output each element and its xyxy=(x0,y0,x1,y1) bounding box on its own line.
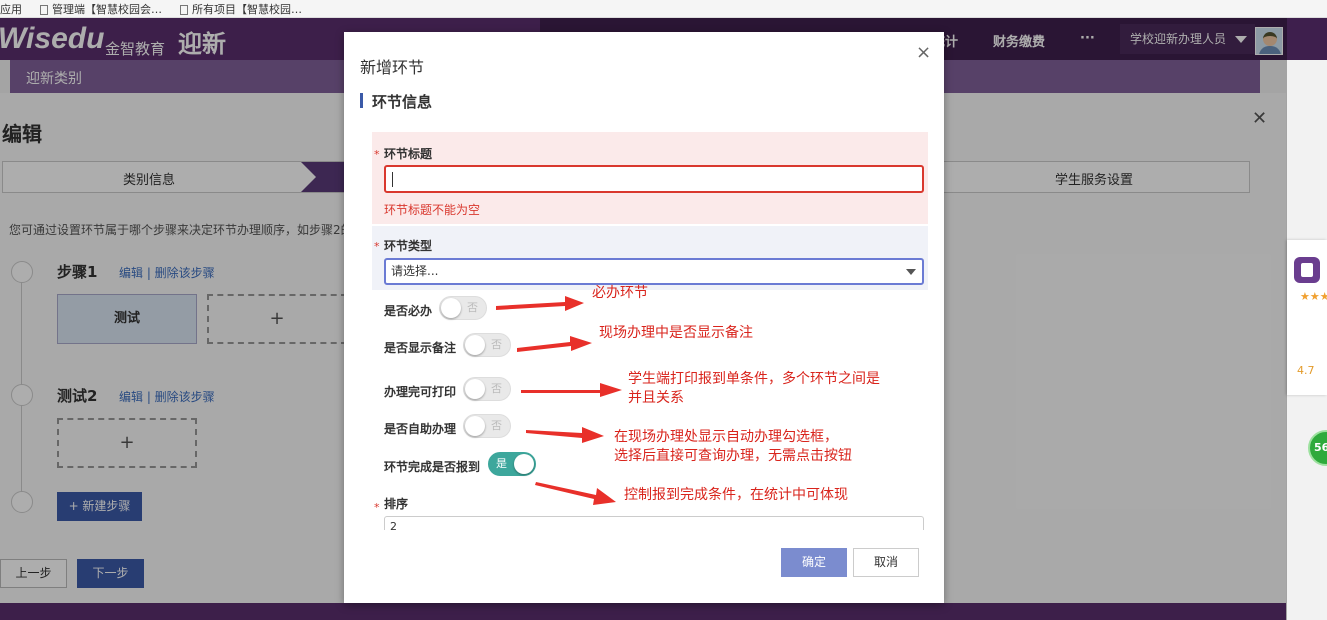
rating-score: 4.7 xyxy=(1297,364,1315,377)
title-label: 环节标题 xyxy=(384,147,433,161)
section-marker xyxy=(360,93,363,108)
type-label: 环节类型 xyxy=(384,239,433,253)
required-mark: * xyxy=(374,240,380,253)
toggle-knob xyxy=(465,335,485,355)
bookmark-apps[interactable]: 应用 xyxy=(0,1,22,17)
show-note-toggle[interactable]: 否 xyxy=(463,333,511,357)
rating-widget[interactable]: ★★★★☆ 4.7 xyxy=(1287,240,1327,395)
order-input[interactable]: 2 xyxy=(384,516,924,530)
type-select-value: 请选择... xyxy=(391,264,439,278)
annotation-required: 必办环节 xyxy=(592,285,648,301)
required-mark: * xyxy=(374,148,380,161)
bookmark-1[interactable]: 管理端【智慧校园会… xyxy=(40,1,162,17)
toggle-text: 否 xyxy=(467,301,478,314)
confirm-button[interactable]: 确定 xyxy=(781,548,847,577)
required-toggle[interactable]: 否 xyxy=(439,296,487,320)
bookmark-2-label: 所有项目【智慧校园… xyxy=(192,2,302,16)
bookmark-2[interactable]: 所有项目【智慧校园… xyxy=(180,1,302,17)
annotation-printable-2: 并且关系 xyxy=(628,390,684,406)
toggle-text: 否 xyxy=(491,382,502,395)
toggle-knob xyxy=(441,298,461,318)
required-mark: * xyxy=(374,501,380,514)
close-icon[interactable]: × xyxy=(916,42,931,63)
caret-down-icon xyxy=(906,269,916,275)
show-note-label: 是否显示备注 xyxy=(384,341,457,355)
bookmark-1-label: 管理端【智慧校园会… xyxy=(52,2,162,16)
bookmarks-bar: 应用 管理端【智慧校园会… 所有项目【智慧校园… xyxy=(0,0,1327,18)
annotation-self-service-2: 选择后直接可查询办理，无需点击按钮 xyxy=(614,448,852,464)
title-error-text: 环节标题不能为空 xyxy=(384,203,481,217)
toggle-knob xyxy=(514,454,534,474)
toggle-knob xyxy=(465,416,485,436)
cancel-button[interactable]: 取消 xyxy=(853,548,919,577)
toggle-text: 否 xyxy=(491,419,502,432)
self-service-label: 是否自助办理 xyxy=(384,422,457,436)
order-label: 排序 xyxy=(384,497,409,511)
annotation-show-note: 现场办理中是否显示备注 xyxy=(599,325,753,341)
toggle-text: 否 xyxy=(491,338,502,351)
title-input[interactable] xyxy=(384,165,924,193)
toggle-text: 是 xyxy=(496,457,507,470)
annotation-printable-1: 学生端打印报到单条件，多个环节之间是 xyxy=(628,371,880,387)
add-step-modal: 新增环节 × 环节信息 * 环节标题 环节标题不能为空 * 环节类型 请选择..… xyxy=(344,32,944,603)
float-badge[interactable]: 56 xyxy=(1308,430,1327,466)
type-select[interactable]: 请选择... xyxy=(384,258,924,285)
self-service-toggle[interactable]: 否 xyxy=(463,414,511,438)
app-icon xyxy=(1294,257,1320,283)
page-icon xyxy=(40,4,48,15)
toggle-knob xyxy=(465,379,485,399)
printable-toggle[interactable]: 否 xyxy=(463,377,511,401)
report-toggle[interactable]: 是 xyxy=(488,452,536,476)
report-label: 环节完成是否报到 xyxy=(384,460,481,474)
page-icon xyxy=(180,4,188,15)
section-title: 环节信息 xyxy=(372,93,433,111)
annotation-report: 控制报到完成条件，在统计中可体现 xyxy=(624,487,848,503)
printable-label: 办理完可打印 xyxy=(384,385,457,399)
modal-title: 新增环节 xyxy=(360,58,425,77)
annotation-self-service-1: 在现场办理处显示自动办理勾选框， xyxy=(614,429,838,445)
required-toggle-label: 是否必办 xyxy=(384,304,433,318)
star-rating: ★★★★☆ xyxy=(1300,290,1327,303)
